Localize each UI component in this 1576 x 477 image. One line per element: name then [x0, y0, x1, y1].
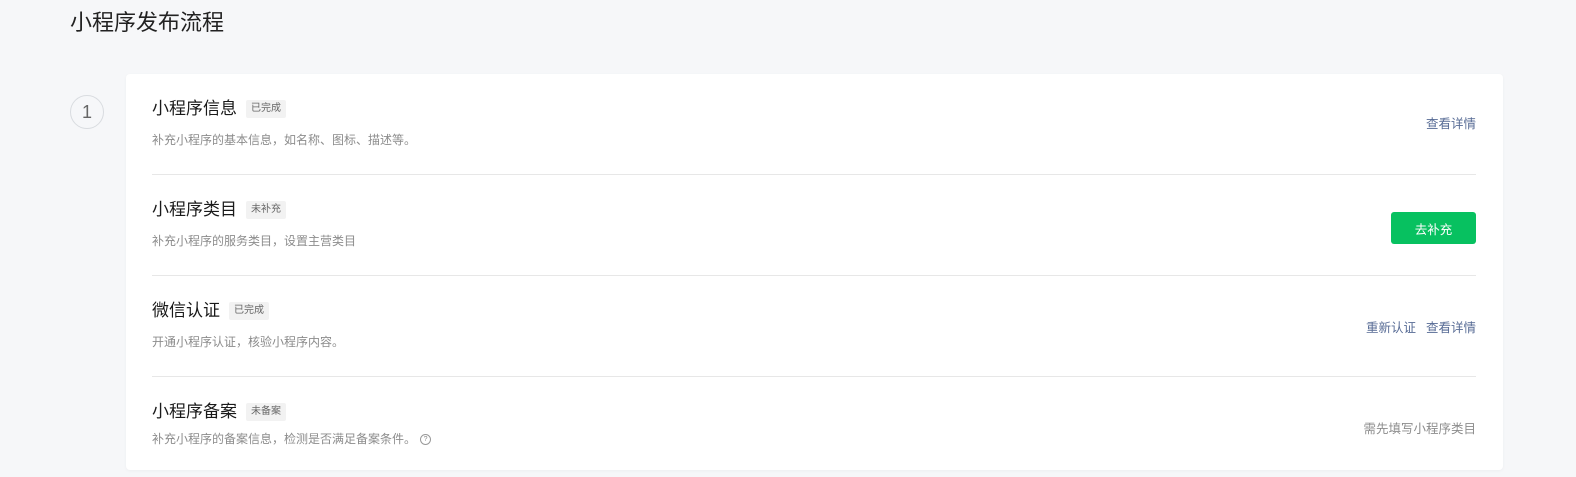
status-badge: 未备案	[246, 403, 286, 421]
release-steps-card: 小程序信息 已完成 补充小程序的基本信息，如名称、图标、描述等。 查看详情 小程…	[126, 74, 1503, 470]
row-actions: 去补充	[1391, 178, 1476, 278]
row-description: 补充小程序的备案信息，检测是否满足备案条件。 ?	[152, 430, 432, 448]
row-description-text: 补充小程序的服务类目，设置主营类目	[152, 234, 357, 248]
status-badge: 未补充	[246, 201, 286, 219]
status-badge: 已完成	[246, 100, 286, 118]
prerequisite-hint: 需先填写小程序类目	[1363, 421, 1476, 436]
page-title: 小程序发布流程	[70, 10, 225, 35]
row-title: 小程序备案	[152, 402, 237, 421]
row-title-line: 小程序备案 未备案	[152, 401, 286, 423]
row-title-line: 小程序类目 未补充	[152, 199, 286, 221]
question-circle-icon[interactable]: ?	[420, 433, 432, 445]
row-description: 补充小程序的基本信息，如名称、图标、描述等。	[152, 131, 416, 149]
row-description-text: 开通小程序认证，核验小程序内容。	[152, 335, 345, 349]
row-description: 开通小程序认证，核验小程序内容。	[152, 333, 344, 351]
row-description-text: 补充小程序的基本信息，如名称、图标、描述等。	[152, 133, 417, 147]
step-row-wechat-verification: 微信认证 已完成 开通小程序认证，核验小程序内容。 重新认证 查看详情	[152, 276, 1476, 377]
view-details-link[interactable]: 查看详情	[1426, 317, 1476, 336]
row-title: 小程序类目	[152, 200, 237, 219]
supplement-button[interactable]: 去补充	[1391, 212, 1476, 244]
step-row-basic-info: 小程序信息 已完成 补充小程序的基本信息，如名称、图标、描述等。 查看详情	[152, 74, 1476, 175]
row-title: 微信认证	[152, 301, 220, 320]
row-description: 补充小程序的服务类目，设置主营类目	[152, 232, 356, 250]
row-title-line: 小程序信息 已完成	[152, 98, 286, 120]
row-title-line: 微信认证 已完成	[152, 300, 269, 322]
status-badge: 已完成	[229, 302, 269, 320]
row-title: 小程序信息	[152, 99, 237, 118]
row-actions: 重新认证 查看详情	[1366, 276, 1476, 376]
step-row-category: 小程序类目 未补充 补充小程序的服务类目，设置主营类目 去补充	[152, 175, 1476, 276]
reverify-link[interactable]: 重新认证	[1366, 317, 1416, 336]
view-details-link[interactable]: 查看详情	[1426, 113, 1476, 132]
step-number-badge: 1	[70, 95, 104, 129]
step-row-filing: 小程序备案 未备案 补充小程序的备案信息，检测是否满足备案条件。 ? 需先填写小…	[152, 377, 1476, 470]
row-description-text: 补充小程序的备案信息，检测是否满足备案条件。	[152, 432, 417, 446]
row-actions: 需先填写小程序类目	[1363, 377, 1476, 477]
row-actions: 查看详情	[1426, 72, 1476, 172]
